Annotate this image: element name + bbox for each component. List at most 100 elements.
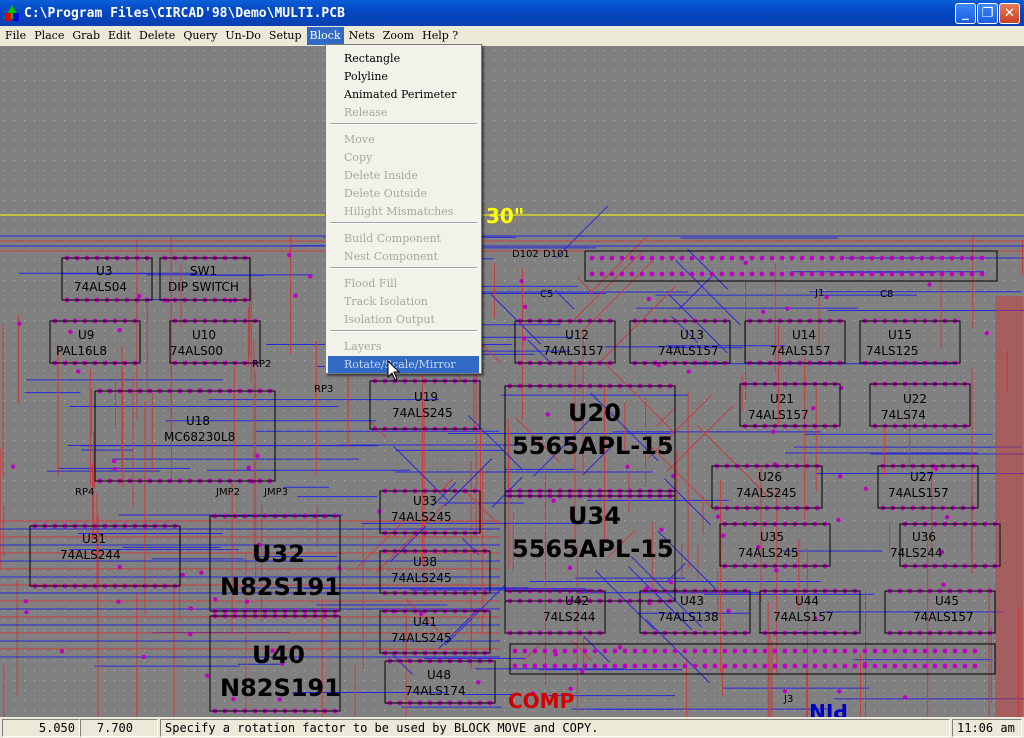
via — [545, 412, 551, 417]
part-value-u18: MC68230L8 — [164, 430, 235, 444]
pad — [532, 648, 538, 654]
pad — [742, 648, 748, 654]
pad — [979, 255, 985, 261]
menu-place[interactable]: Place — [31, 27, 67, 45]
menu-item-polyline[interactable]: Polyline — [328, 68, 479, 85]
menu-item-rectangle[interactable]: Rectangle — [328, 50, 479, 67]
via — [137, 293, 142, 299]
pad — [799, 255, 805, 261]
pad — [789, 255, 795, 261]
pcb-canvas[interactable]: 30" U3 74ALS04 SW1 DIP SWITCH U9 PAL16L8 U10 74A… — [0, 46, 1024, 717]
part-ref-u18: U18 — [186, 414, 210, 428]
via — [761, 309, 766, 315]
pad — [562, 648, 568, 654]
via — [862, 662, 868, 667]
pad — [632, 663, 638, 669]
menu-item-isolation-output[interactable]: Isolation Output — [328, 311, 479, 328]
via — [837, 689, 842, 694]
pad — [752, 648, 758, 654]
menu-item-copy[interactable]: Copy — [328, 149, 479, 166]
menu-item-hilight-mismatches[interactable]: Hilight Mismatches — [328, 203, 479, 220]
silk-label-jmp2: JMP2 — [215, 487, 240, 498]
pad — [722, 648, 728, 654]
via — [837, 474, 843, 479]
menu-un-do[interactable]: Un-Do — [222, 27, 264, 45]
part-ref-u38: U38 — [413, 555, 437, 569]
pad — [952, 648, 958, 654]
menu-item-flood-fill[interactable]: Flood Fill — [328, 275, 479, 292]
via — [476, 680, 481, 685]
pcb-board-drawing[interactable]: 30" U3 74ALS04 SW1 DIP SWITCH U9 PAL16L8 U10 74A… — [0, 46, 1024, 717]
menu-item-nest-component[interactable]: Nest Component — [328, 248, 479, 265]
menu-block[interactable]: Block — [306, 27, 344, 45]
menu-item-track-isolation[interactable]: Track Isolation — [328, 293, 479, 310]
pad — [812, 648, 818, 654]
via — [111, 458, 117, 464]
pad — [692, 648, 698, 654]
pad — [912, 663, 918, 669]
part-ref-u12: U12 — [565, 328, 589, 342]
pad — [952, 663, 958, 669]
menu-grab[interactable]: Grab — [69, 27, 103, 45]
via — [165, 298, 171, 303]
pad — [792, 663, 798, 669]
via — [551, 498, 556, 503]
pad — [889, 271, 895, 277]
part-ref-u21: U21 — [770, 392, 794, 406]
menu-delete[interactable]: Delete — [136, 27, 178, 45]
circad-app-icon[interactable] — [4, 5, 20, 21]
pad — [642, 648, 648, 654]
via — [337, 566, 342, 571]
menu-setup[interactable]: Setup — [266, 27, 305, 45]
via — [519, 278, 524, 284]
maximize-button[interactable]: ❐ — [977, 3, 998, 24]
pad — [732, 663, 738, 669]
pad — [589, 271, 595, 277]
via — [617, 645, 623, 650]
pad — [669, 271, 675, 277]
pad — [929, 255, 935, 261]
menu-help[interactable]: Help ? — [419, 27, 461, 45]
menu-item-layers[interactable]: Layers — [328, 338, 479, 355]
menu-item-move[interactable]: Move — [328, 131, 479, 148]
pad — [759, 255, 765, 261]
pad — [782, 648, 788, 654]
part-ref-u32: U32 — [252, 540, 305, 568]
menu-item-rotate-scale-mirror[interactable]: Rotate/Scale/Mirror — [328, 356, 479, 373]
pad — [809, 271, 815, 277]
pad — [929, 271, 935, 277]
pad — [829, 255, 835, 261]
pad — [832, 648, 838, 654]
part-ref-u26: U26 — [758, 470, 782, 484]
via — [180, 572, 185, 578]
via — [553, 652, 559, 657]
via — [205, 673, 210, 678]
menu-item-build-component[interactable]: Build Component — [328, 230, 479, 247]
part-ref-u27: U27 — [910, 470, 934, 484]
part-ref-u10: U10 — [192, 328, 216, 342]
menu-zoom[interactable]: Zoom — [380, 27, 417, 45]
pad — [942, 663, 948, 669]
menu-edit[interactable]: Edit — [105, 27, 134, 45]
pad — [812, 663, 818, 669]
menu-item-animated-perimeter[interactable]: Animated Perimeter — [328, 86, 479, 103]
via — [228, 298, 233, 303]
close-button[interactable]: ✕ — [999, 3, 1020, 24]
pad — [632, 648, 638, 654]
menu-item-delete-inside[interactable]: Delete Inside — [328, 167, 479, 184]
pad — [972, 648, 978, 654]
menu-query[interactable]: Query — [180, 27, 220, 45]
menu-item-release[interactable]: Release — [328, 104, 479, 121]
pad — [792, 648, 798, 654]
part-ref-u15: U15 — [888, 328, 912, 342]
minimize-button[interactable]: _ — [955, 3, 976, 24]
via — [824, 294, 829, 300]
menu-file[interactable]: File — [2, 27, 29, 45]
menu-item-delete-outside[interactable]: Delete Outside — [328, 185, 479, 202]
part-value-u13: 74ALS157 — [658, 344, 719, 358]
board-dimension-label: 30" — [486, 204, 524, 228]
menu-nets[interactable]: Nets — [346, 27, 378, 45]
pad — [599, 255, 605, 261]
pad — [562, 663, 568, 669]
part-value-sw1: DIP SWITCH — [168, 280, 239, 294]
